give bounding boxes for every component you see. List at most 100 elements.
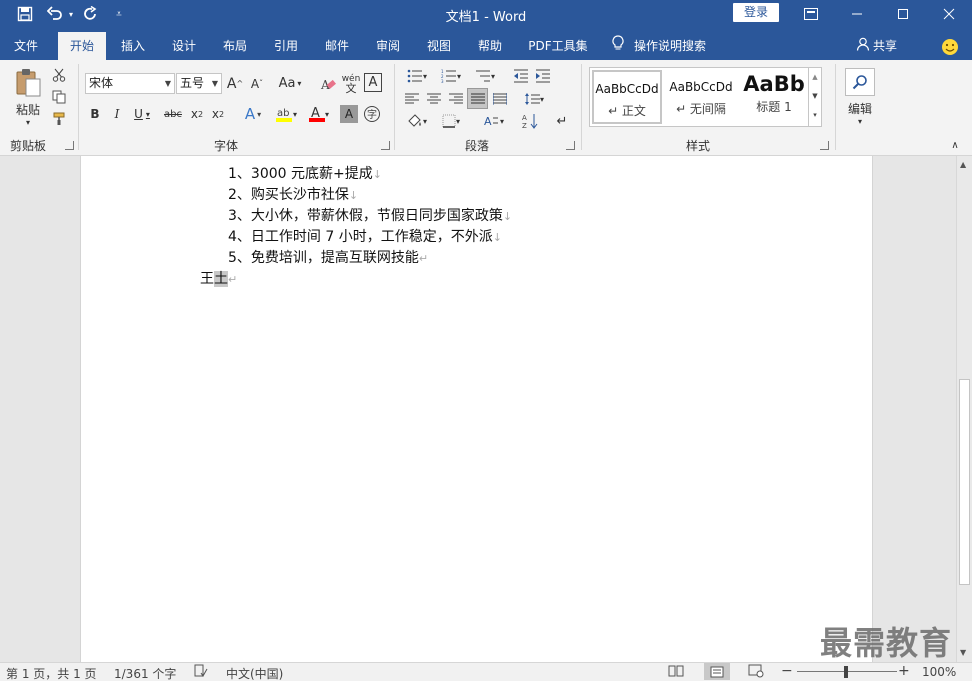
font-color-icon[interactable]: A ▾ (304, 104, 334, 124)
word-count[interactable]: 1/361 个字 (114, 665, 176, 681)
multilevel-list-icon[interactable]: ▾ (470, 67, 500, 85)
borders-icon[interactable]: ▾ (436, 112, 466, 130)
editing-button[interactable]: 编辑 ▾ (843, 66, 877, 128)
zoom-slider-thumb[interactable] (844, 666, 848, 678)
phonetic-guide-icon[interactable]: wén 文 (341, 73, 361, 94)
font-size-combo[interactable]: 五号 ▼ (176, 73, 222, 94)
tell-me-label: 操作说明搜索 (634, 39, 707, 53)
tab-layout[interactable]: 布局 (214, 32, 256, 60)
shading-icon[interactable]: ▾ (402, 112, 432, 130)
status-bar: 第 1 页，共 1 页 1/361 个字 中文(中国) − + 100% (0, 662, 972, 681)
tab-design[interactable]: 设计 (163, 32, 205, 60)
character-shading-icon[interactable]: A (340, 105, 358, 123)
subscript-button[interactable]: x2 (188, 104, 206, 124)
align-left-icon[interactable] (402, 90, 422, 108)
tab-file[interactable]: 文件 (0, 32, 52, 60)
read-mode-icon[interactable] (668, 664, 684, 681)
style-normal[interactable]: AaBbCcDd ↵ 正文 (592, 70, 662, 124)
close-icon[interactable] (926, 0, 972, 28)
style-sample: AaBb (743, 72, 805, 96)
chinese-layout-icon[interactable]: A ▾ (478, 112, 510, 130)
decrease-indent-icon[interactable] (511, 67, 531, 85)
paste-dropdown-icon: ▾ (25, 117, 30, 127)
customize-qat-icon[interactable]: ⩡ (112, 3, 126, 25)
increase-indent-icon[interactable] (533, 67, 553, 85)
smiley-feedback-icon[interactable] (938, 32, 962, 60)
clear-formatting-icon[interactable]: A (318, 73, 338, 94)
enclose-characters-icon[interactable]: 字 (362, 104, 382, 124)
italic-button[interactable]: I (108, 104, 126, 124)
login-button[interactable]: 登录 (733, 3, 779, 22)
tab-home[interactable]: 开始 (58, 32, 106, 60)
undo-icon[interactable] (44, 3, 66, 25)
tab-mailings[interactable]: 邮件 (316, 32, 358, 60)
proofing-icon[interactable] (194, 664, 208, 681)
zoom-level[interactable]: 100% (922, 665, 956, 679)
style-heading-1[interactable]: AaBb 标题 1 (740, 70, 808, 124)
show-marks-icon[interactable]: ↵ (554, 112, 570, 130)
redo-icon[interactable] (80, 3, 102, 25)
styles-gallery-scroll[interactable]: ▲ ▼ ▾ (808, 67, 822, 127)
tab-pdf-tools[interactable]: PDF工具集 (522, 32, 594, 60)
text-effects-icon[interactable]: A ▾ (238, 104, 268, 124)
tab-references[interactable]: 引用 (265, 32, 307, 60)
scrollbar-thumb[interactable] (959, 379, 970, 585)
undo-dropdown-icon[interactable]: ▾ (66, 3, 76, 25)
style-no-spacing[interactable]: AaBbCcDd ↵ 无间隔 (666, 70, 736, 124)
paragraph-launcher-icon[interactable] (566, 141, 575, 150)
group-divider (78, 64, 79, 150)
font-name-combo[interactable]: 宋体 ▼ (85, 73, 175, 94)
cut-icon[interactable] (50, 66, 68, 84)
line-spacing-icon[interactable]: ▾ (518, 90, 550, 108)
vertical-scrollbar[interactable]: ▲ ▼ (956, 156, 972, 662)
distributed-icon[interactable] (490, 90, 510, 108)
styles-group-label: 样式 (686, 139, 711, 153)
scroll-up-arrow-icon[interactable]: ▲ (960, 160, 966, 169)
clipboard-launcher-icon[interactable] (65, 141, 74, 150)
font-launcher-icon[interactable] (381, 141, 390, 150)
language[interactable]: 中文(中国) (226, 665, 283, 681)
justify-icon[interactable] (467, 88, 488, 109)
strikethrough-button[interactable]: abc (162, 104, 184, 124)
maximize-icon[interactable] (880, 0, 926, 28)
underline-button[interactable]: U ▾ (130, 104, 154, 124)
zoom-in-button[interactable]: + (898, 663, 910, 679)
sort-icon[interactable]: AZ (520, 112, 540, 130)
change-case-icon[interactable]: Aa ▾ (274, 73, 306, 94)
scroll-down-arrow-icon[interactable]: ▼ (960, 648, 966, 657)
web-layout-icon[interactable] (748, 664, 764, 681)
zoom-out-button[interactable]: − (781, 663, 793, 679)
scroll-up-icon[interactable]: ▲ (809, 68, 821, 87)
tab-view[interactable]: 视图 (418, 32, 460, 60)
print-layout-icon[interactable] (704, 663, 730, 680)
align-right-icon[interactable] (446, 90, 466, 108)
superscript-button[interactable]: x2 (209, 104, 227, 124)
tab-insert[interactable]: 插入 (112, 32, 154, 60)
paste-button[interactable]: 粘贴 ▾ (10, 66, 46, 128)
shrink-font-icon[interactable]: Aˇ (248, 73, 266, 94)
tell-me-search[interactable]: 操作说明搜索 (612, 32, 722, 60)
grow-font-icon[interactable]: A ^ (226, 73, 244, 94)
styles-launcher-icon[interactable] (820, 141, 829, 150)
tab-review[interactable]: 审阅 (367, 32, 409, 60)
page-count[interactable]: 第 1 页，共 1 页 (6, 665, 97, 681)
bold-button[interactable]: B (86, 104, 104, 124)
numbering-icon[interactable]: 1 2 3 ▾ (436, 67, 466, 85)
chevron-down-icon: ▼ (211, 79, 218, 88)
ribbon-display-options-icon[interactable] (788, 0, 834, 28)
document-page[interactable]: ▬▬▬▬▬▬▬▬ 1、3000 元底薪+提成↓ 2、购买长沙市社保↓ 3、大小休… (80, 156, 873, 662)
copy-icon[interactable] (50, 88, 68, 106)
more-styles-icon[interactable]: ▾ (809, 106, 821, 125)
minimize-icon[interactable] (834, 0, 880, 28)
save-icon[interactable] (12, 3, 38, 25)
collapse-ribbon-icon[interactable]: ∧ (948, 139, 962, 151)
tab-help[interactable]: 帮助 (469, 32, 511, 60)
paragraph-group-label: 段落 (465, 139, 490, 153)
share-button[interactable]: 共享 (856, 32, 908, 60)
bullets-icon[interactable]: ▾ (402, 67, 432, 85)
highlight-color-icon[interactable]: ab ▾ (270, 104, 302, 124)
scroll-down-icon[interactable]: ▼ (809, 87, 821, 106)
align-center-icon[interactable] (424, 90, 444, 108)
format-painter-icon[interactable] (50, 110, 68, 128)
character-border-icon[interactable]: A (364, 73, 382, 92)
